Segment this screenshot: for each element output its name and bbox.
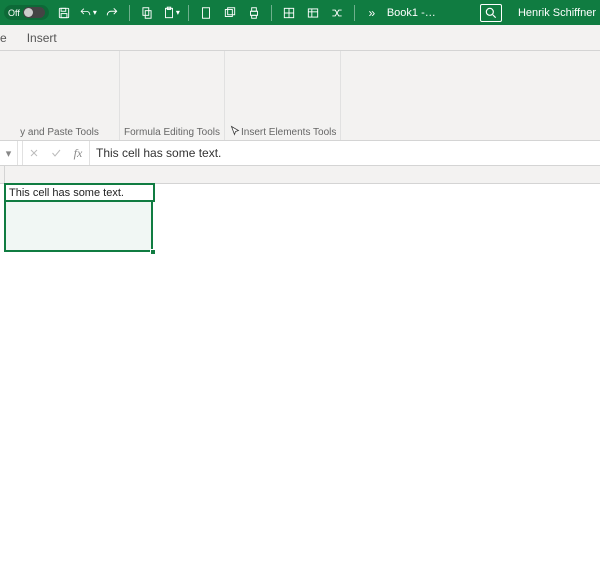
- autosave-toggle[interactable]: Off: [4, 5, 49, 20]
- tab-partial[interactable]: e: [0, 26, 17, 50]
- qat-shuffle-icon[interactable]: [328, 3, 346, 23]
- autosave-label: Off: [8, 8, 20, 18]
- qat-page-icon[interactable]: [197, 3, 215, 23]
- formula-input[interactable]: This cell has some text.: [90, 146, 600, 160]
- namebox-dropdown[interactable]: ▾: [0, 141, 18, 165]
- group-label: Formula Editing Tools: [124, 126, 220, 139]
- active-cell[interactable]: This cell has some text.: [4, 183, 155, 202]
- save-icon[interactable]: [55, 3, 73, 23]
- search-button[interactable]: [480, 4, 502, 22]
- user-name[interactable]: Henrik Schiffner: [518, 7, 596, 19]
- tab-insert[interactable]: Insert: [17, 26, 67, 50]
- qat-paste-icon[interactable]: ▾: [162, 3, 180, 23]
- fx-icon[interactable]: fx: [67, 141, 89, 165]
- formula-editing-group: Formula Editing Tools: [120, 51, 225, 140]
- select-all-corner[interactable]: [0, 166, 5, 183]
- undo-icon[interactable]: ▾: [79, 3, 97, 23]
- cancel-icon[interactable]: [23, 141, 45, 165]
- paste-tools-group: y and Paste Tools: [0, 51, 120, 140]
- qat-more-icon[interactable]: »: [363, 3, 381, 23]
- enter-icon[interactable]: [45, 141, 67, 165]
- qat-print-icon[interactable]: [245, 3, 263, 23]
- ribbon-tabs: e Insert: [0, 25, 600, 51]
- qat-layers-icon[interactable]: [221, 3, 239, 23]
- workbook-name: Book1 -…: [387, 7, 436, 19]
- qat-grid-icon[interactable]: [280, 3, 298, 23]
- toggle-track-icon: [23, 7, 45, 18]
- quick-tools-group: [341, 51, 352, 140]
- group-label: [345, 126, 348, 139]
- insert-elements-group: Insert Elements Tools: [225, 51, 341, 140]
- group-label: Insert Elements Tools: [229, 124, 336, 139]
- qat-table-icon[interactable]: [304, 3, 322, 23]
- formula-bar: ▾ fx This cell has some text.: [0, 141, 600, 166]
- title-bar: Off ▾ ▾ » Book1 -… Henrik Schiffner: [0, 0, 600, 25]
- qat-copy-icon[interactable]: [138, 3, 156, 23]
- cursor-icon: [229, 125, 241, 137]
- ribbon: y and Paste Tools Formula Editing Tools …: [0, 51, 600, 141]
- spreadsheet-grid[interactable]: This cell has some text.: [0, 166, 600, 184]
- fill-handle[interactable]: [150, 249, 156, 255]
- group-label: y and Paste Tools: [4, 126, 115, 139]
- redo-icon[interactable]: [103, 3, 121, 23]
